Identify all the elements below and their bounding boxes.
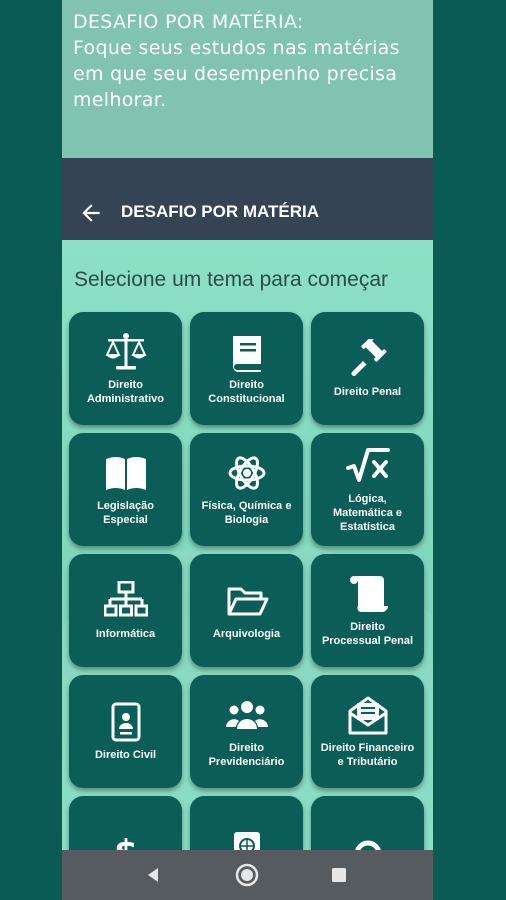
- banner-line: DESAFIO POR MATÉRIA:: [73, 11, 304, 33]
- back-button[interactable]: [78, 200, 104, 226]
- home-circle-icon: [235, 863, 259, 887]
- subject-tile-partial[interactable]: $: [69, 796, 182, 850]
- phone-screen: DESAFIO POR MATÉRIA: Foque seus estudos …: [62, 0, 433, 900]
- subject-label: Informática: [95, 627, 156, 640]
- open-book-icon: [105, 456, 146, 490]
- subject-label: Direito Penal: [333, 385, 402, 398]
- network-icon: [103, 580, 148, 616]
- subject-tile-direito-processual-penal[interactable]: Direito Processual Penal: [311, 554, 424, 667]
- subject-tile-direito-administrativo[interactable]: Direito Administrativo: [69, 312, 182, 425]
- section-heading: Selecione um tema para começar: [74, 268, 388, 291]
- subject-tile-partial[interactable]: [190, 796, 303, 850]
- info-banner: DESAFIO POR MATÉRIA: Foque seus estudos …: [62, 0, 433, 158]
- subject-tile-direito-financeiro-tributario[interactable]: Direito Financeiro e Tributário: [311, 675, 424, 788]
- recents-square-icon: [332, 868, 346, 882]
- subject-tile-direito-constitucional[interactable]: Direito Constitucional: [190, 312, 303, 425]
- banner-line: em que seu desempenho precisa: [73, 63, 398, 85]
- subject-tile-fisica-quimica-biologia[interactable]: Física, Química e Biologia: [190, 433, 303, 546]
- system-navigation-bar: [62, 850, 433, 900]
- subject-tile-direito-penal[interactable]: Direito Penal: [311, 312, 424, 425]
- subject-tile-legislacao-especial[interactable]: Legislação Especial: [69, 433, 182, 546]
- subject-label: Arquivologia: [212, 627, 281, 640]
- passport-icon: [233, 831, 260, 850]
- banner-line: melhorar.: [73, 89, 167, 111]
- id-card-icon: [111, 702, 140, 741]
- subject-label: Lógica, Matemática e Estatística: [332, 492, 403, 533]
- subject-tile-partial[interactable]: [311, 796, 424, 850]
- subject-label: Direito Civil: [94, 748, 157, 761]
- subject-tile-arquivologia[interactable]: Arquivologia: [190, 554, 303, 667]
- banner-line: Foque seus estudos nas matérias: [73, 37, 400, 59]
- subject-label: Direito Processual Penal: [321, 620, 414, 647]
- subject-label: Direito Constitucional: [208, 378, 285, 405]
- book-icon: [232, 335, 261, 372]
- gavel-icon: [351, 338, 387, 376]
- app-bar: DESAFIO POR MATÉRIA: [62, 158, 433, 240]
- subject-label: Direito Previdenciário: [208, 741, 285, 768]
- users-icon: [225, 700, 268, 729]
- arrow-left-icon: [82, 204, 100, 222]
- svg-text:$: $: [114, 833, 138, 851]
- square-root-icon: [345, 447, 390, 482]
- subject-label: Legislação Especial: [97, 499, 154, 526]
- folder-open-icon: [227, 587, 268, 615]
- envelope-open-icon: [348, 696, 387, 734]
- subject-label: Direito Financeiro e Tributário: [320, 741, 415, 768]
- circle-icon: [354, 840, 381, 850]
- back-triangle-icon: [148, 868, 158, 882]
- dollar-icon: $: [114, 833, 138, 851]
- subject-tile-logica-matematica-estatistica[interactable]: Lógica, Matemática e Estatística: [311, 433, 424, 546]
- scroll-icon: [349, 575, 388, 612]
- subject-label: Direito Administrativo: [86, 378, 164, 405]
- subject-tile-direito-previdenciario[interactable]: Direito Previdenciário: [190, 675, 303, 788]
- banner-text: DESAFIO POR MATÉRIA: Foque seus estudos …: [73, 9, 423, 113]
- nav-recents-button[interactable]: [326, 862, 352, 888]
- page-title: DESAFIO POR MATÉRIA: [121, 202, 320, 221]
- main-content: Selecione um tema para começar Direito A…: [62, 240, 433, 850]
- subject-tile-direito-civil[interactable]: Direito Civil: [69, 675, 182, 788]
- atom-icon: [228, 455, 265, 490]
- scale-icon: [104, 332, 147, 369]
- subject-label: Física, Química e Biologia: [201, 499, 292, 526]
- subject-tile-informatica[interactable]: Informática: [69, 554, 182, 667]
- nav-back-button[interactable]: [140, 862, 166, 888]
- nav-home-button[interactable]: [234, 862, 260, 888]
